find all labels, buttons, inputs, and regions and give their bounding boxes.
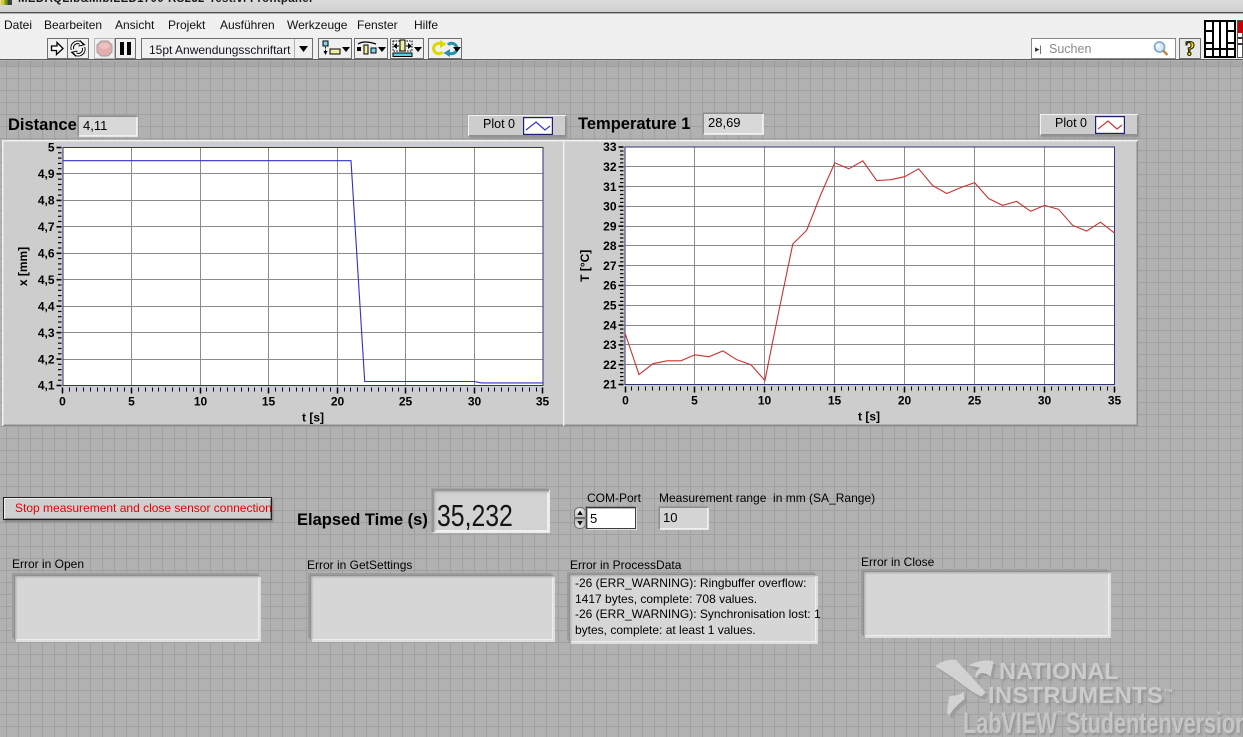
svg-text:30: 30 <box>1038 394 1052 408</box>
svg-text:5: 5 <box>128 395 135 409</box>
svg-text:4,3: 4,3 <box>38 326 55 340</box>
svg-text:30: 30 <box>468 395 482 409</box>
svg-text:4,1: 4,1 <box>38 379 55 393</box>
svg-text:10: 10 <box>758 394 772 408</box>
svg-text:21: 21 <box>603 378 617 392</box>
svg-text:5: 5 <box>48 141 55 155</box>
svg-text:24: 24 <box>603 318 617 332</box>
svg-text:30: 30 <box>603 200 617 214</box>
svg-text:t [s]: t [s] <box>302 411 324 425</box>
svg-text:10: 10 <box>194 395 208 409</box>
svg-text:0: 0 <box>622 394 629 408</box>
svg-text:22: 22 <box>603 358 617 372</box>
svg-text:20: 20 <box>898 394 912 408</box>
svg-text:15: 15 <box>828 394 842 408</box>
svg-text:4,6: 4,6 <box>38 247 55 261</box>
svg-text:35: 35 <box>1108 394 1122 408</box>
svg-text:27: 27 <box>603 259 617 273</box>
svg-text:20: 20 <box>331 395 345 409</box>
svg-text:28: 28 <box>603 239 617 253</box>
svg-text:35: 35 <box>536 395 550 409</box>
svg-text:15: 15 <box>262 395 276 409</box>
svg-text:x [mm]: x [mm] <box>16 247 30 286</box>
svg-text:31: 31 <box>603 180 617 194</box>
svg-text:t [s]: t [s] <box>858 410 880 424</box>
svg-text:23: 23 <box>603 338 617 352</box>
svg-text:4,9: 4,9 <box>38 167 55 181</box>
svg-text:?: ? <box>1185 39 1196 58</box>
svg-text:25: 25 <box>968 394 982 408</box>
svg-text:33: 33 <box>603 140 617 154</box>
svg-text:25: 25 <box>603 299 617 313</box>
svg-text:5: 5 <box>691 394 698 408</box>
svg-text:32: 32 <box>603 160 617 174</box>
svg-text:4,8: 4,8 <box>38 194 55 208</box>
svg-text:0: 0 <box>59 395 66 409</box>
svg-text:29: 29 <box>603 219 617 233</box>
svg-text:4,5: 4,5 <box>38 273 55 287</box>
svg-text:25: 25 <box>399 395 413 409</box>
svg-text:T [°C]: T [°C] <box>578 250 592 282</box>
svg-text:4,4: 4,4 <box>38 299 55 313</box>
svg-text:26: 26 <box>603 279 617 293</box>
svg-text:4,2: 4,2 <box>38 352 55 366</box>
svg-text:4,7: 4,7 <box>38 220 55 234</box>
